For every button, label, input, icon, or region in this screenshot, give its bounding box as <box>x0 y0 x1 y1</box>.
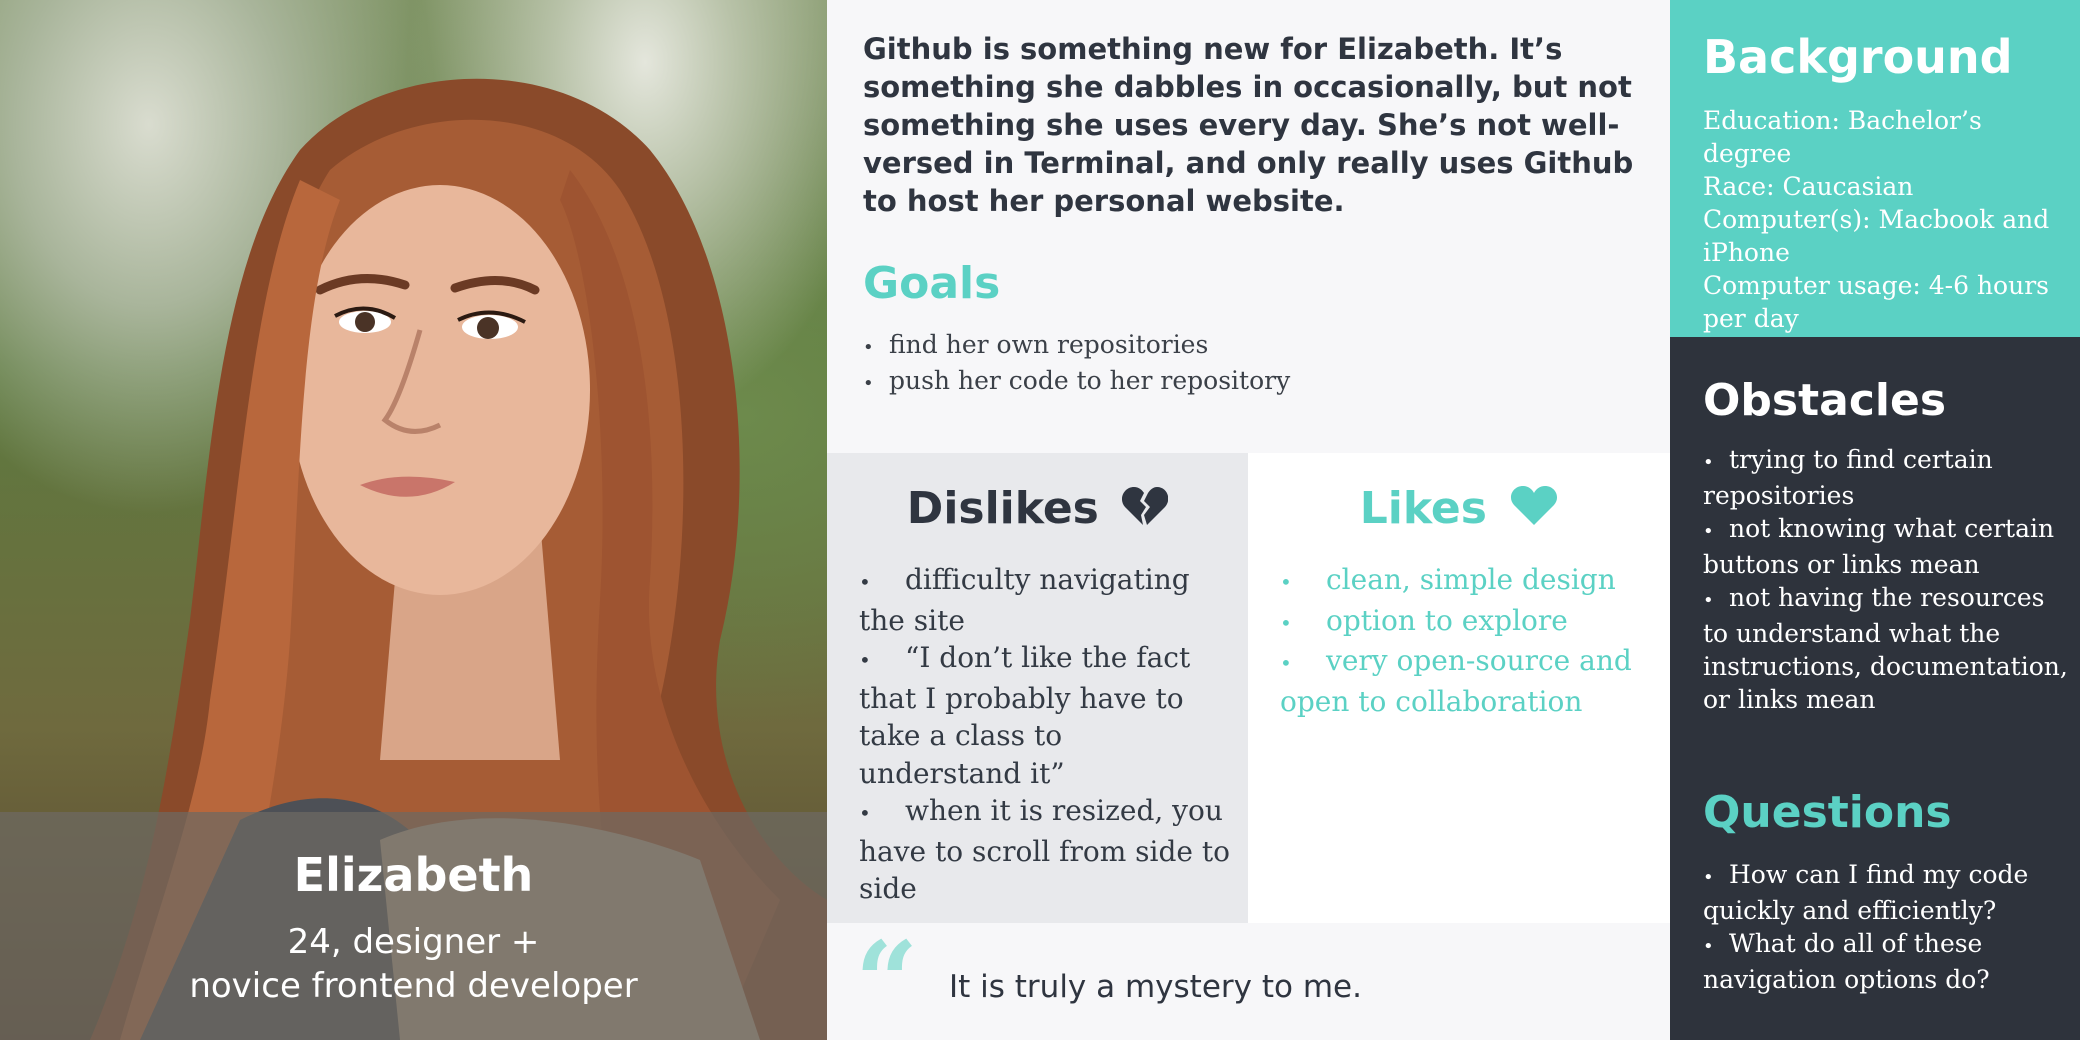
quote-text: It is truly a mystery to me. <box>949 969 1362 1005</box>
goal-item: find her own repositories <box>863 328 1643 364</box>
background-item: Computer(s): Macbook and iPhone <box>1703 205 2050 267</box>
dislikes-title: Dislikes <box>906 483 1099 534</box>
dislikes-heading: Dislikes <box>827 483 1248 534</box>
goals-list: find her own repositories push her code … <box>863 328 1643 400</box>
likes-panel: Likes clean, simple design option to exp… <box>1248 453 1670 923</box>
background-title: Background <box>1703 30 2013 84</box>
persona-subtitle-line2: novice frontend developer <box>189 966 638 1006</box>
persona-photo: Elizabeth 24, designer + novice frontend… <box>0 0 827 1040</box>
quote-panel: “ It is truly a mystery to me. <box>827 923 1670 1040</box>
obstacles-title: Obstacles <box>1703 375 1947 426</box>
obstacle-item: not knowing what certain buttons or link… <box>1703 512 2073 581</box>
goals-title: Goals <box>863 258 1001 309</box>
goal-item: push her code to her repository <box>863 364 1643 400</box>
obstacles-panel: Obstacles trying to find certain reposit… <box>1670 337 2080 1040</box>
like-item: clean, simple design <box>1280 561 1660 602</box>
persona-subtitle-line1: 24, designer + <box>287 922 540 962</box>
background-panel: Background Education: Bachelor’s degree … <box>1670 0 2080 337</box>
obstacle-item: trying to find certain repositories <box>1703 443 2073 512</box>
dislikes-panel: Dislikes difficulty navigating the site … <box>827 453 1248 923</box>
dislikes-list: difficulty navigating the site “I don’t … <box>859 561 1231 908</box>
persona-subtitle: 24, designer + novice frontend developer <box>0 920 827 1008</box>
dislike-item: “I don’t like the fact that I probably h… <box>859 639 1231 792</box>
likes-heading: Likes <box>1248 483 1670 534</box>
background-item: Race: Caucasian <box>1703 172 1914 201</box>
likes-list: clean, simple design option to explore v… <box>1280 561 1660 720</box>
background-list: Education: Bachelor’s degree Race: Cauca… <box>1703 104 2073 335</box>
quote-mark-icon: “ <box>855 917 919 1046</box>
background-item: Computer usage: 4-6 hours per day <box>1703 271 2049 333</box>
questions-list: How can I find my code quickly and effic… <box>1703 858 2073 996</box>
question-item: What do all of these navigation options … <box>1703 927 2073 996</box>
broken-heart-icon <box>1122 487 1169 525</box>
obstacles-list: trying to find certain repositories not … <box>1703 443 2073 716</box>
question-item: How can I find my code quickly and effic… <box>1703 858 2073 927</box>
heart-icon <box>1511 486 1558 525</box>
background-item: Education: Bachelor’s degree <box>1703 106 1982 168</box>
persona-name: Elizabeth <box>293 848 534 902</box>
intro-panel: Github is something new for Elizabeth. I… <box>827 0 1670 453</box>
persona-name-overlay: Elizabeth 24, designer + novice frontend… <box>0 812 827 1040</box>
like-item: option to explore <box>1280 602 1660 643</box>
likes-title: Likes <box>1359 483 1487 534</box>
dislike-item: difficulty navigating the site <box>859 561 1231 639</box>
dislike-item: when it is resized, you have to scroll f… <box>859 792 1231 908</box>
obstacle-item: not having the resources to understand w… <box>1703 581 2073 716</box>
like-item: very open-source and open to collaborati… <box>1280 642 1660 720</box>
intro-text: Github is something new for Elizabeth. I… <box>863 32 1634 218</box>
questions-title: Questions <box>1703 787 1952 838</box>
